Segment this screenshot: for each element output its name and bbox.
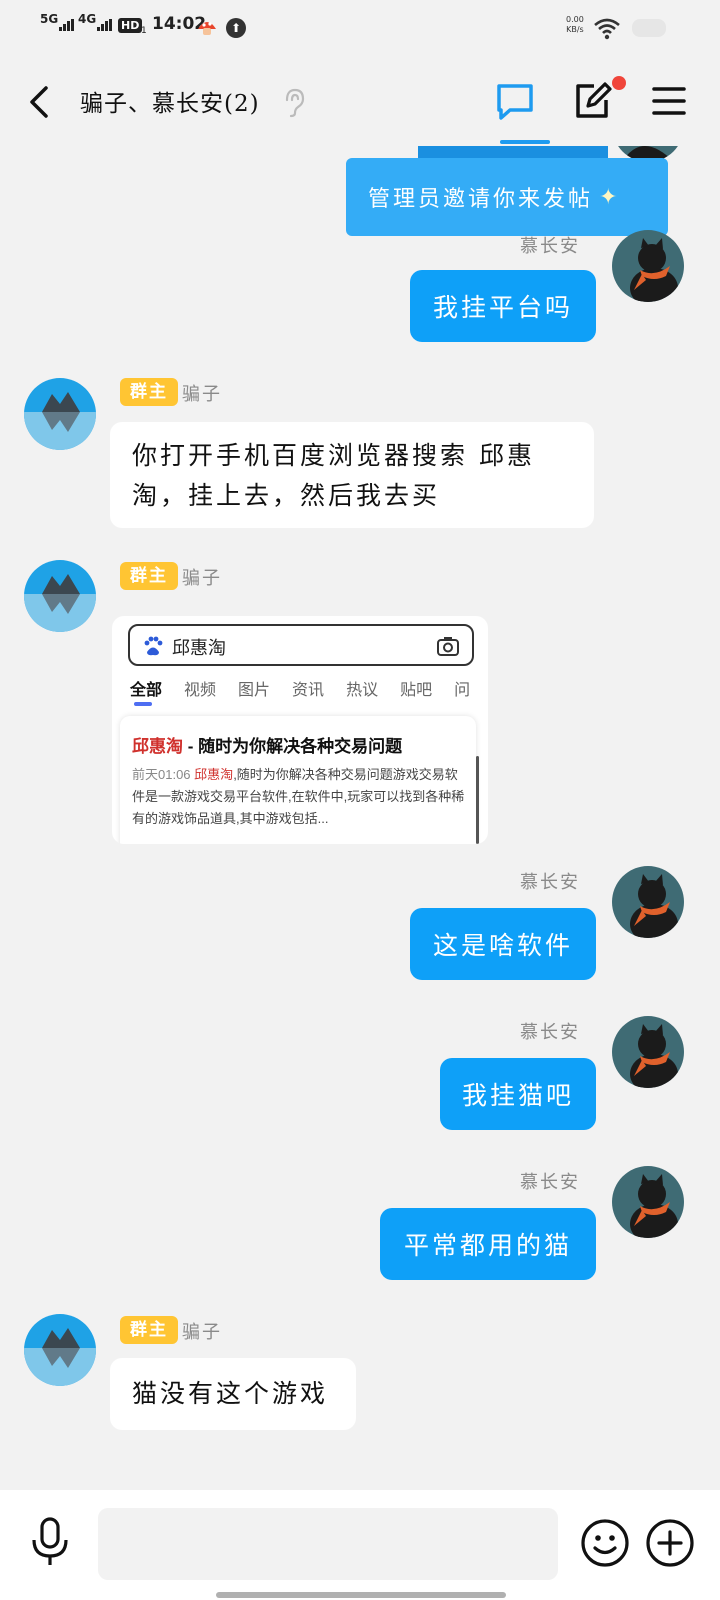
speed-unit: KB/s [566,25,584,34]
hd-sub: 1 [141,26,147,36]
screenshot-tabs: 全部 视频 图片 资讯 热议 贴吧 问 [130,676,488,700]
banner-text: 管理员邀请你来发帖 [368,187,594,212]
result-title-highlight: 邱惠淘 [132,737,183,756]
message-list[interactable]: 管理员邀请你来发帖 ✦ 慕长安 我挂平台吗 群主 骗子 你打开手机百度浏览器搜索… [0,146,720,1490]
network-speed: 0.00 KB/s [566,15,584,35]
message-bubble[interactable]: 猫没有这个游戏 [110,1358,356,1430]
screenshot-tab: 贴吧 [400,682,433,699]
avatar[interactable] [612,230,684,302]
mushroom-icon [198,22,216,35]
add-icon[interactable] [645,1518,695,1568]
avatar[interactable] [612,1016,684,1088]
home-indicator[interactable] [216,1592,506,1598]
avatar[interactable] [24,378,96,450]
sender-name: 骗子 [182,568,222,589]
status-bar: 5G 4G HD 1 14:02 ⬆ 0.00 KB/s [0,0,720,58]
sender-name: 骗子 [182,384,222,405]
screenshot-tab: 资讯 [292,682,325,699]
screenshot-query: 邱惠淘 [172,638,226,658]
signal-5g-label: 5G [40,12,59,26]
camera-icon [437,637,459,656]
screenshot-search-box: 邱惠淘 [128,624,474,666]
baidu-paw-icon [144,636,163,656]
hd-icon: HD [118,18,143,33]
message-bubble[interactable]: 我挂猫吧 [440,1058,596,1130]
microphone-icon[interactable] [28,1516,72,1568]
result-title-text: - 随时为你解决各种交易问题 [183,737,403,756]
sender-name: 慕长安 [520,1022,580,1043]
upload-icon: ⬆ [226,18,246,38]
result-snippet: 前天01:06 邱惠淘,随时为你解决各种交易问题游戏交易软件是一款游戏交易平台软… [132,764,468,830]
screenshot-search-result: 邱惠淘 - 随时为你解决各种交易问题 前天01:06 邱惠淘,随时为你解决各种交… [120,716,476,844]
screenshot-scrollbar [476,756,479,844]
message-bubble[interactable]: 你打开手机百度浏览器搜索 邱惠淘，挂上去，然后我去买 [110,422,594,528]
notification-dot [612,76,626,90]
edit-icon[interactable] [572,80,614,122]
image-message[interactable]: 邱惠淘 全部 视频 图片 资讯 热议 贴吧 问 邱惠淘 - 随时为你解决各种交易问题 前天0… [112,616,488,844]
emoji-icon[interactable] [580,1518,630,1568]
screenshot-tab-indicator [134,702,152,706]
sparkle-icon: ✦ [599,184,621,210]
back-icon[interactable] [24,84,56,120]
sender-name: 慕长安 [520,236,580,257]
avatar[interactable] [612,866,684,938]
chat-icon[interactable] [494,80,536,122]
signal-5g: 5G [40,12,75,31]
screenshot-tab: 图片 [238,682,271,699]
battery-icon [630,19,666,37]
wifi-icon [594,18,620,40]
menu-icon[interactable] [648,80,690,122]
chat-title[interactable]: 骗子、慕长安(2) [80,84,260,118]
group-owner-badge: 群主 [120,378,178,406]
message-bubble[interactable]: 平常都用的猫 [380,1208,596,1280]
message-input[interactable] [98,1508,558,1580]
signal-4g: 4G [78,12,113,31]
sender-name: 慕长安 [520,1172,580,1193]
hd-label: HD [121,19,140,32]
input-bar [0,1490,720,1600]
hearing-icon[interactable] [282,88,306,118]
speed-value: 0.00 [566,15,584,24]
message-bubble[interactable]: 我挂平台吗 [410,270,596,342]
result-highlight: 邱惠淘 [194,767,234,782]
screenshot-tab: 全部 [130,682,163,699]
invite-banner[interactable]: 管理员邀请你来发帖 ✦ [346,158,668,236]
group-owner-badge: 群主 [120,1316,178,1344]
signal-icon [97,16,113,31]
chat-header: 骗子、慕长安(2) [0,58,720,146]
signal-icon [59,16,75,31]
group-owner-badge: 群主 [120,562,178,590]
avatar[interactable] [612,1166,684,1238]
avatar[interactable] [24,1314,96,1386]
avatar[interactable] [24,560,96,632]
message-bubble[interactable]: 这是啥软件 [410,908,596,980]
screenshot-tab: 热议 [346,682,379,699]
sender-name: 骗子 [182,1322,222,1343]
result-date: 前天01:06 [132,767,191,782]
active-tab-indicator [500,140,550,144]
sender-name: 慕长安 [520,872,580,893]
result-title: 邱惠淘 - 随时为你解决各种交易问题 [132,732,402,757]
screenshot-tab: 问 [454,682,471,699]
signal-4g-label: 4G [78,12,97,26]
screenshot-tab: 视频 [184,682,217,699]
